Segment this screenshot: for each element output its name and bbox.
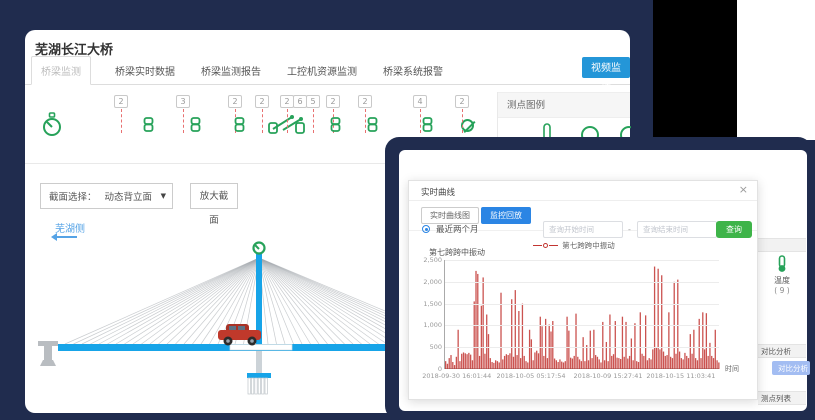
temperature-label: 温度 bbox=[758, 275, 806, 286]
legend-marker-icon bbox=[543, 243, 548, 248]
left-arrow-icon bbox=[53, 236, 77, 238]
chain-link-sensor-icon[interactable] bbox=[143, 117, 154, 132]
section-select-value: 动态背立面 bbox=[105, 189, 153, 203]
main-tab-3[interactable]: 工控机资源监测 bbox=[285, 57, 359, 84]
gridline bbox=[445, 304, 719, 305]
legend-line bbox=[549, 245, 558, 247]
range-separator: - bbox=[628, 225, 631, 234]
main-tabbar: 桥梁监测桥梁实时数据桥梁监测报告工控机资源监测桥梁系统报警 bbox=[25, 57, 630, 85]
sensor-dash-line bbox=[313, 109, 314, 133]
sensor-count-badge: 2 bbox=[114, 95, 128, 108]
y-tick-label: 500 bbox=[412, 343, 442, 351]
background-window-edge bbox=[737, 0, 815, 140]
sensor-count-badge: 2 bbox=[280, 95, 294, 108]
main-tab-4[interactable]: 桥梁系统报警 bbox=[381, 57, 445, 84]
sensor-count-badge: 6 bbox=[293, 95, 307, 108]
x-tick-label: 2018-09-30 16:01:44 bbox=[422, 372, 491, 380]
y-tick-label: 2,000 bbox=[412, 278, 442, 286]
legend-text: 第七跨跨中振动 bbox=[562, 240, 615, 251]
temperature-count: ( 9 ) bbox=[758, 286, 806, 295]
bridge-side-label: 芜湖侧 bbox=[55, 220, 85, 235]
enlarge-section-button[interactable]: 放大截面 bbox=[190, 183, 238, 209]
right-panel-section-band bbox=[758, 238, 806, 252]
y-tick-label: 1,500 bbox=[412, 300, 442, 308]
anemometer-icon[interactable] bbox=[42, 112, 62, 138]
sensor-count-badge: 4 bbox=[413, 95, 427, 108]
recent-two-months-label: 最近两个月 bbox=[436, 223, 479, 235]
chart-bars bbox=[445, 260, 720, 369]
video-monitor-button[interactable]: 视频监控 bbox=[582, 57, 630, 78]
chain-link-sensor-icon[interactable] bbox=[190, 117, 201, 132]
main-tab-1[interactable]: 桥梁实时数据 bbox=[113, 57, 177, 84]
section-select-control: 截面选择： 动态背立面 ▼ bbox=[40, 183, 173, 209]
gridline bbox=[445, 347, 719, 348]
vibration-chart: 05001,0001,5002,0002,5002018-09-30 16:01… bbox=[444, 260, 719, 369]
deck-joint bbox=[230, 345, 292, 351]
dialog-tab-0[interactable]: 实时曲线图 bbox=[421, 207, 479, 224]
chain-link-sensor-icon[interactable] bbox=[234, 117, 245, 132]
x-tick-label: 2018-10-15 11:03:41 bbox=[646, 372, 715, 380]
sensor-dash-line bbox=[365, 109, 366, 133]
chain-link-sensor-icon[interactable] bbox=[367, 117, 378, 132]
chain-link-sensor-icon[interactable] bbox=[422, 117, 433, 132]
main-tab-0[interactable]: 桥梁监测 bbox=[31, 56, 91, 85]
sensor-count-badge: 2 bbox=[455, 95, 469, 108]
tower-foundation bbox=[247, 351, 271, 394]
gridline bbox=[445, 325, 719, 326]
sensor-count-badge: 5 bbox=[306, 95, 320, 108]
chart-legend[interactable]: 第七跨跨中振动 bbox=[494, 240, 654, 251]
recent-two-months-radio[interactable] bbox=[422, 225, 430, 233]
sensor-dash-line bbox=[420, 109, 421, 133]
query-button[interactable]: 查询 bbox=[716, 221, 752, 238]
dialog-title: 实时曲线 bbox=[421, 186, 455, 198]
query-start-time-input[interactable] bbox=[543, 221, 623, 238]
sensor-dash-line bbox=[121, 109, 122, 133]
sensor-dash-line bbox=[287, 109, 288, 133]
sensor-dash-line bbox=[262, 109, 263, 133]
temperature-sensor-icon[interactable] bbox=[776, 255, 788, 273]
y-tick-label: 1,000 bbox=[412, 321, 442, 329]
desktop: 芜湖长江大桥 桥梁监测桥梁实时数据桥梁监测报告工控机资源监测桥梁系统报警 视频监… bbox=[0, 0, 815, 420]
point-list-band: 测点列表 bbox=[758, 391, 806, 405]
sensor-dash-line bbox=[183, 109, 184, 133]
legend-panel-title: 测点图例 bbox=[498, 92, 630, 118]
vehicle bbox=[218, 324, 261, 346]
section-select-dropdown[interactable]: 动态背立面 ▼ bbox=[97, 189, 172, 203]
sensor-count-badge: 3 bbox=[176, 95, 190, 108]
dialog-tab-1[interactable]: 监控回放 bbox=[481, 207, 531, 224]
x-tick-label: 2018-10-05 05:17:54 bbox=[496, 372, 565, 380]
sensor-count-badge: 2 bbox=[358, 95, 372, 108]
dialog-tabbar: 实时曲线图监控回放 bbox=[421, 207, 531, 224]
sensor-count-badge: 2 bbox=[326, 95, 340, 108]
black-background-region bbox=[653, 0, 737, 140]
gridline bbox=[445, 282, 719, 283]
realtime-curve-dialog: 实时曲线 × 实时曲线图监控回放 最近两个月 - 查询 第七跨跨中振动 第七跨跨… bbox=[408, 180, 758, 400]
y-tick-label: 2,500 bbox=[412, 256, 442, 264]
main-tab-2[interactable]: 桥梁监测报告 bbox=[199, 57, 263, 84]
chevron-down-icon: ▼ bbox=[161, 192, 166, 200]
query-end-time-input[interactable] bbox=[637, 221, 717, 238]
x-axis-label: 时间 bbox=[725, 364, 739, 374]
gridline bbox=[445, 260, 719, 261]
compare-section-band: 对比分析 bbox=[758, 344, 806, 358]
sensor-count-badge: 2 bbox=[255, 95, 269, 108]
close-icon[interactable]: × bbox=[739, 184, 748, 196]
left-pier bbox=[38, 341, 58, 366]
legend-line bbox=[533, 245, 542, 247]
dialog-header: 实时曲线 × bbox=[409, 181, 757, 201]
section-select-label: 截面选择： bbox=[41, 189, 97, 203]
sensor-count-badge: 2 bbox=[228, 95, 242, 108]
chain-link-sensor-icon[interactable] bbox=[330, 117, 341, 132]
compare-analysis-button[interactable]: 对比分析 bbox=[772, 361, 810, 375]
x-tick-label: 2018-10-09 15:27:41 bbox=[573, 372, 642, 380]
sensor-dash-line bbox=[462, 109, 463, 133]
